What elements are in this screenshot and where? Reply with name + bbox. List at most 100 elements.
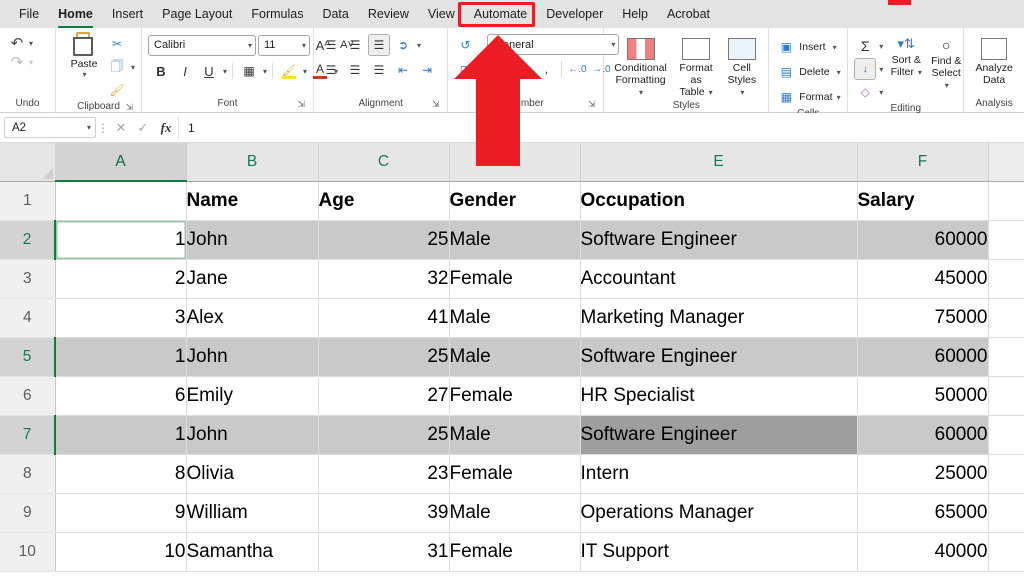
ribbon-tab-help[interactable]: Help [613,3,657,26]
cell-F1[interactable]: Salary [857,181,989,221]
conditional-formatting-button[interactable]: Conditional Formatting ▾ [610,36,670,100]
alignment-dialog-launcher-icon[interactable]: ⇲ [432,99,440,110]
increase-decimal-button[interactable]: ←.0 [566,58,588,80]
row-header-3[interactable]: 3 [0,259,56,299]
cell-E4[interactable]: Marketing Manager [580,298,858,338]
cell-E6[interactable]: HR Specialist [580,376,858,416]
align-middle-button[interactable]: ☰ [344,34,366,56]
font-size-input[interactable]: 11 ▾ [258,34,310,56]
cell-E3[interactable]: Accountant [580,259,858,299]
ribbon-tab-file[interactable]: File [10,3,48,26]
cancel-x-icon[interactable]: ✕ [110,120,132,136]
cell-C8[interactable]: 23 [318,454,450,494]
fill-button[interactable]: ↓ ▾ [854,58,883,80]
cell-B9[interactable]: William [186,493,319,533]
chevron-down-icon[interactable]: ▾ [837,93,841,102]
chevron-down-icon[interactable]: ▾ [303,67,307,76]
cell-F2[interactable]: 60000 [857,220,989,260]
cell-B8[interactable]: Olivia [186,454,319,494]
chevron-down-icon[interactable]: ▾ [879,88,883,97]
chevron-down-icon[interactable]: ▾ [837,68,841,77]
cell-styles-button[interactable]: Cell Styles ▾ [721,36,762,100]
cell-D8[interactable]: Female [449,454,581,494]
column-header-A[interactable]: A [55,143,187,182]
merge-center-button[interactable]: ◫ [454,59,476,81]
orientation-button[interactable]: ➲ [392,34,414,56]
paste-button[interactable]: Paste ▾ [62,32,106,79]
undo-button[interactable]: ↶ ▾ [6,34,33,52]
chevron-down-icon[interactable]: ▾ [131,63,135,72]
number-format-select[interactable]: General ▾ [487,34,620,55]
cell-F10[interactable]: 40000 [857,532,989,572]
chevron-down-icon[interactable]: ▾ [833,43,837,52]
cell-C3[interactable]: 32 [318,259,450,299]
delete-cells-button[interactable]: ▤ Delete ▾ [775,61,841,83]
cell-E9[interactable]: Operations Manager [580,493,858,533]
cell-E5[interactable]: Software Engineer [580,337,858,377]
italic-button[interactable]: I [174,60,196,82]
cell-F8[interactable]: 25000 [857,454,989,494]
sort-and-filter-button[interactable]: ▾⇅ Sort & Filter ▾ [886,35,926,80]
cell-C4[interactable]: 41 [318,298,450,338]
cell-D2[interactable]: Male [449,220,581,260]
chevron-down-icon[interactable]: ▾ [417,41,421,50]
percent-style-button[interactable]: % [511,58,533,80]
font-dialog-launcher-icon[interactable]: ⇲ [297,99,305,110]
cell-A6[interactable]: 6 [55,376,187,416]
cell-D9[interactable]: Male [449,493,581,533]
cell-F6[interactable]: 50000 [857,376,989,416]
cell-B3[interactable]: Jane [186,259,319,299]
cell-F5[interactable]: 60000 [857,337,989,377]
cell-E1[interactable]: Occupation [580,181,858,221]
wrap-text-button[interactable]: ↺ [454,34,476,56]
format-painter-button[interactable]: 🖌 [106,79,128,101]
row-header-1[interactable]: 1 [0,181,56,221]
row-header-4[interactable]: 4 [0,298,56,338]
increase-indent-button[interactable]: ⇥ [416,59,438,81]
ribbon-tab-automate[interactable]: Automate [465,3,537,26]
align-bottom-button[interactable]: ☰ [368,34,390,56]
row-header-10[interactable]: 10 [0,532,56,572]
borders-button[interactable]: ▦ [238,60,260,82]
cell-B1[interactable]: Name [186,181,319,221]
copy-button[interactable]: 🗍 ▾ [106,56,135,78]
cell-C1[interactable]: Age [318,181,450,221]
cell-C5[interactable]: 25 [318,337,450,377]
format-as-table-button[interactable]: Format as Table ▾ [671,36,722,100]
chevron-down-icon[interactable]: ▾ [263,67,267,76]
ribbon-tab-view[interactable]: View [419,3,464,26]
chevron-down-icon[interactable]: ▾ [248,41,252,50]
insert-cells-button[interactable]: ▣ Insert ▾ [775,36,837,58]
cell-C6[interactable]: 27 [318,376,450,416]
ribbon-tab-acrobat[interactable]: Acrobat [658,3,719,26]
underline-button[interactable]: U [198,60,220,82]
cell-D5[interactable]: Male [449,337,581,377]
row-header-7[interactable]: 7 [0,415,56,455]
ribbon-tab-home[interactable]: Home [49,3,102,29]
cell-E2[interactable]: Software Engineer [580,220,858,260]
analyze-data-button[interactable]: Analyze Data [971,36,1016,88]
row-header-8[interactable]: 8 [0,454,56,494]
row-header-6[interactable]: 6 [0,376,56,416]
chevron-down-icon[interactable]: ▾ [879,42,883,51]
cell-A8[interactable]: 8 [55,454,187,494]
comma-style-button[interactable]: , [535,58,557,80]
ribbon-tab-page-layout[interactable]: Page Layout [153,3,241,26]
column-header-F[interactable]: F [857,143,989,182]
cell-A7[interactable]: 1 [55,415,187,455]
clipboard-dialog-launcher-icon[interactable]: ⇲ [125,102,133,113]
ribbon-tab-insert[interactable]: Insert [103,3,152,26]
clear-button[interactable]: ◇ ▾ [854,81,884,103]
cell-A3[interactable]: 2 [55,259,187,299]
cell-A5[interactable]: 1 [55,337,187,377]
cell-B5[interactable]: John [186,337,319,377]
cell-E7[interactable]: Software Engineer [580,415,858,455]
cell-C7[interactable]: 25 [318,415,450,455]
spreadsheet-grid[interactable]: ABCDEF 1 Name Age Gender Occupation Salary 2 1 J… [0,143,1024,582]
cell-B10[interactable]: Samantha [186,532,319,572]
column-header-D[interactable]: D [449,143,581,182]
align-top-button[interactable]: ☰ [320,34,342,56]
column-header-E[interactable]: E [580,143,858,182]
ribbon-tab-data[interactable]: Data [313,3,357,26]
align-left-button[interactable]: ☰ [320,59,342,81]
